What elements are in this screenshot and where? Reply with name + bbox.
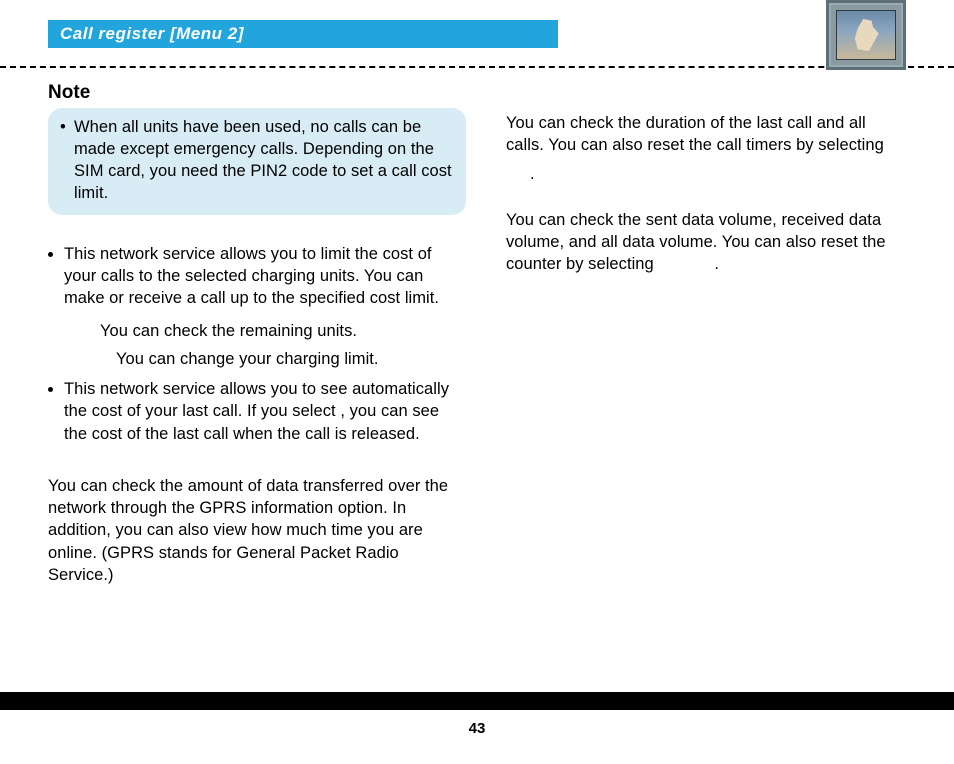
footer-black-band — [0, 692, 954, 710]
paragraph-text: You can check the sent data volume, rece… — [506, 211, 886, 274]
list-item-body: This network service allows you to see a… — [64, 378, 466, 445]
note-bullet-row: • When all units have been used, no call… — [60, 116, 454, 205]
header-dashed-rule — [0, 66, 954, 68]
manual-page: Call register [Menu 2] Note • When all u… — [0, 0, 954, 764]
paragraph-tail: . — [506, 163, 906, 185]
data-volume-paragraph: You can check the sent data volume, rece… — [506, 209, 906, 276]
right-column: You can check the duration of the last c… — [506, 80, 906, 586]
section-title-text: Call register [Menu 2] — [60, 24, 244, 43]
list-item-body: This network service allows you to limit… — [64, 243, 466, 310]
page-number: 43 — [0, 720, 954, 737]
list-item: This network service allows you to see a… — [64, 378, 466, 445]
content-columns: Note • When all units have been used, no… — [48, 80, 906, 586]
paragraph-text: You can check the duration of the last c… — [506, 114, 884, 154]
left-column: Note • When all units have been used, no… — [48, 80, 466, 586]
spacer — [506, 191, 906, 209]
list-item: This network service allows you to limit… — [64, 243, 466, 370]
gprs-paragraph: You can check the amount of data transfe… — [48, 475, 466, 586]
feature-list: This network service allows you to limit… — [48, 243, 466, 445]
page-thumbnail-frame — [826, 0, 906, 70]
list-subitem: You can change your charging limit. — [64, 348, 466, 370]
bullet-dot: • — [60, 116, 74, 205]
note-text: When all units have been used, no calls … — [74, 116, 454, 205]
thumbnail-figure-icon — [852, 19, 880, 51]
paragraph-tail: . — [714, 255, 719, 273]
note-heading: Note — [48, 80, 466, 106]
section-title-bar: Call register [Menu 2] — [48, 20, 558, 48]
list-subitem: You can check the remaining units. — [64, 320, 466, 342]
note-box: • When all units have been used, no call… — [48, 108, 466, 215]
page-header: Call register [Menu 2] — [0, 0, 954, 72]
note-block: Note • When all units have been used, no… — [48, 80, 466, 215]
page-thumbnail-image — [836, 10, 896, 60]
duration-paragraph: You can check the duration of the last c… — [506, 112, 906, 157]
